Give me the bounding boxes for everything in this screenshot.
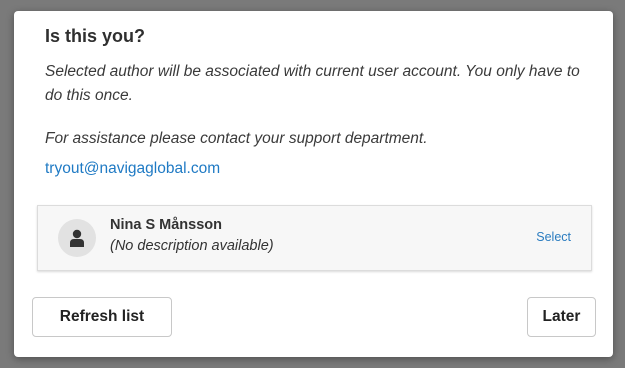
author-list-item[interactable]: Nina S Månsson (No description available… <box>37 205 592 271</box>
assistance-text: For assistance please contact your suppo… <box>45 130 428 147</box>
author-name: Nina S Månsson <box>110 217 222 233</box>
person-icon <box>70 229 84 247</box>
author-selection-dialog: Is this you? Selected author will be ass… <box>14 11 613 357</box>
refresh-list-button[interactable]: Refresh list <box>32 297 172 337</box>
support-email-link[interactable]: tryout@navigaglobal.com <box>45 157 220 181</box>
later-button[interactable]: Later <box>527 297 596 337</box>
dialog-title: Is this you? <box>45 26 146 46</box>
avatar <box>58 219 96 257</box>
dialog-description: Selected author will be associated with … <box>45 63 580 104</box>
select-author-button[interactable]: Select <box>536 230 571 244</box>
author-description: (No description available) <box>110 238 274 254</box>
